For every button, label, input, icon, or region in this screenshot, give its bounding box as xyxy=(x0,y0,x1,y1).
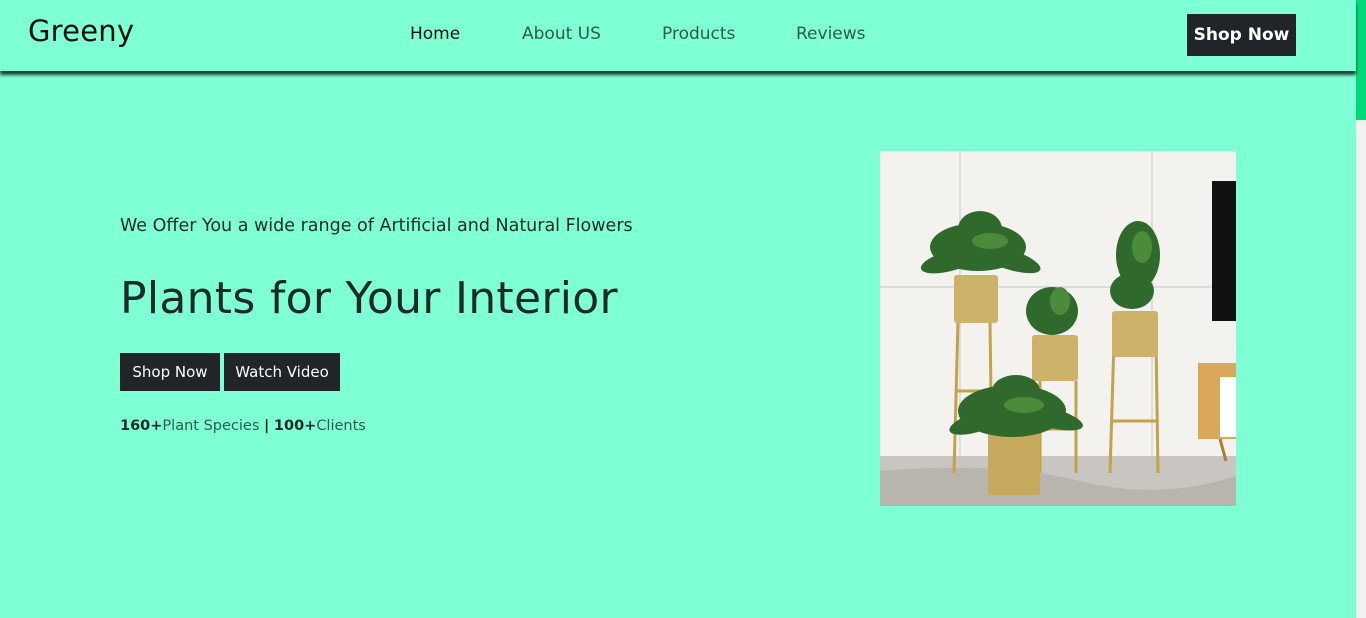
species-label: Plant Species xyxy=(162,418,260,434)
hero-tagline: We Offer You a wide range of Artificial … xyxy=(120,216,633,236)
nav-link-about-us[interactable]: About US xyxy=(522,24,601,44)
navbar: Greeny Home About US Products Reviews Sh… xyxy=(0,0,1356,71)
shop-now-button[interactable]: Shop Now xyxy=(120,353,220,391)
nav-link-reviews[interactable]: Reviews xyxy=(796,24,866,44)
clients-count: 100+ xyxy=(273,418,317,434)
plants-illustration xyxy=(880,151,1236,506)
hero-title: Plants for Your Interior xyxy=(120,273,618,324)
header-shop-now-button[interactable]: Shop Now xyxy=(1187,14,1296,56)
scrollbar-thumb[interactable] xyxy=(1356,0,1366,120)
nav-link-home[interactable]: Home xyxy=(410,24,460,44)
watch-video-button[interactable]: Watch Video xyxy=(224,353,340,391)
potted-plants-image xyxy=(880,151,1236,506)
stats-separator: | xyxy=(263,418,270,434)
brand-logo[interactable]: Greeny xyxy=(28,14,134,48)
clients-label: Clients xyxy=(316,418,366,434)
page: Greeny Home About US Products Reviews Sh… xyxy=(0,0,1366,618)
species-count: 160+ xyxy=(120,418,163,434)
vertical-scrollbar[interactable] xyxy=(1356,0,1366,618)
hero-stats: 160+Plant Species | 100+Clients xyxy=(120,418,366,434)
nav-link-products[interactable]: Products xyxy=(662,24,735,44)
